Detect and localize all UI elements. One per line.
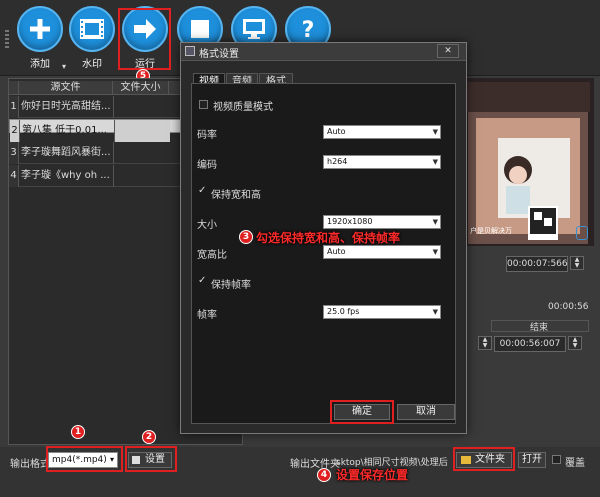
format-highlight-box [46,446,123,472]
video-quality-label: 视频质量模式 [213,102,273,113]
current-time-field[interactable]: 00:00:07:566 [506,256,568,272]
preview-image [458,78,594,246]
size-label: 大小 [197,220,217,231]
fps-select[interactable]: 25.0 fps ▼ [323,305,441,319]
row-number: 2 [10,120,20,142]
bitrate-label: 码率 [197,130,217,141]
end-label: 结束 [530,323,549,333]
row-size [113,165,169,187]
watermark-label: 水印 [82,59,102,70]
chevron-down-icon: ▼ [432,128,438,136]
dialog-title: 格式设置 [199,49,239,60]
bitrate-select[interactable]: Auto ▼ [323,125,441,139]
row-size [114,120,170,142]
duration-text: 00:00:56 [548,302,589,312]
codec-value: h264 [327,157,348,166]
time-stepper[interactable]: ▲ ▼ [570,256,584,270]
close-icon[interactable]: ✕ [437,44,459,58]
fps-value: 25.0 fps [327,307,360,316]
bitrate-value: Auto [327,127,346,136]
aspect-ratio-select[interactable]: Auto ▼ [323,245,441,259]
row-filename: 李子璇舞蹈风暴街... [21,147,111,158]
settings-highlight-box [125,446,177,472]
video-quality-checkbox[interactable] [199,100,208,109]
row-number: 3 [9,142,19,164]
plus-icon [17,6,63,52]
chevron-down-icon: ▼ [432,158,438,166]
size-select[interactable]: 1920x1080 ▼ [323,215,441,229]
rotate-icon[interactable] [576,226,588,240]
row-filename: 第八集 低于0.01... [22,125,107,136]
video-preview: 户是贝解决万 [458,78,594,246]
size-value: 1920x1080 [327,217,373,226]
callout-keep-aspect-fps: 勾选保持宽和高、保持帧率 [256,231,401,245]
aspect-ratio-value: Auto [327,247,346,256]
row-size [113,96,169,118]
dialog-titlebar[interactable]: 格式设置 ✕ [181,43,466,61]
cancel-button[interactable]: 取消 [397,404,455,420]
keep-aspect-checkmark-icon[interactable]: ✓ [198,186,206,196]
run-highlight-box [118,8,171,70]
output-folder-label: 输出文件夹 [290,459,340,470]
add-button[interactable]: 添加 [12,6,68,70]
keep-fps-checkmark-icon[interactable]: ✓ [198,276,206,286]
header-size[interactable]: 文件大小 [113,81,169,95]
codec-label: 编码 [197,160,217,171]
output-format-label: 输出格式 [10,459,50,470]
badge-2: 2 [142,430,156,444]
row-number: 1 [9,96,19,118]
keep-aspect-label: 保持宽和高 [211,190,261,201]
badge-1: 1 [71,425,85,439]
badge-4: 4 [317,468,331,482]
overwrite-checkbox[interactable] [552,455,561,464]
app-icon [185,46,195,56]
folder-highlight-box [453,447,515,471]
badge-3: 3 [239,230,253,244]
start-time-stepper[interactable]: ▲ ▼ [478,336,492,350]
watermark-button[interactable]: 水印 [64,6,120,70]
chevron-down-icon: ▼ [432,218,438,226]
callout-save-location: 设置保存位置 [336,468,409,482]
add-label: 添加 [30,59,50,70]
header-index [9,81,19,95]
fps-label: 帧率 [197,310,217,321]
keep-fps-label: 保持帧率 [211,280,251,291]
codec-select[interactable]: h264 ▼ [323,155,441,169]
aspect-ratio-label: 宽高比 [197,250,227,261]
chevron-down-icon: ▼ [432,308,438,316]
row-number: 4 [9,165,19,187]
row-filename: 李子璇《why oh ... [21,170,110,181]
chevron-down-icon: ▼ [432,248,438,256]
end-time-stepper[interactable]: ▲ ▼ [568,336,582,350]
toolbar-grip[interactable] [5,30,9,48]
end-time-field[interactable]: 00:00:56:007 [494,336,566,352]
svg-text:?: ? [302,18,315,41]
ok-highlight-box [330,400,394,424]
overwrite-label: 覆盖 [565,458,585,469]
row-size [113,142,169,164]
header-source[interactable]: 源文件 [19,81,113,95]
film-icon [69,6,115,52]
preview-watermark-text: 户是贝解决万 [470,227,512,235]
row-filename: 你好日时光高甜结... [21,101,111,112]
open-button[interactable]: 打开 [518,452,546,468]
